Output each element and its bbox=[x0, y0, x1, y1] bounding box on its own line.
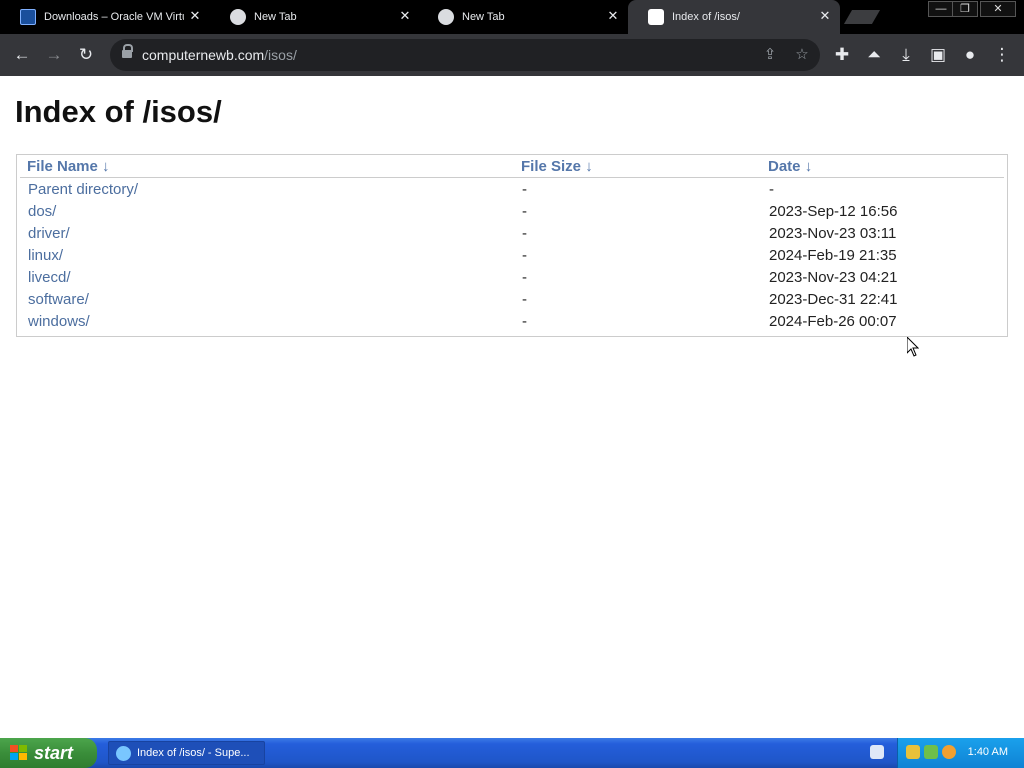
tab-strip: Downloads – Oracle VM Virtu ✕ New Tab ✕ … bbox=[0, 0, 1024, 34]
security-shield-icon[interactable] bbox=[906, 745, 920, 759]
close-tab-icon[interactable]: ✕ bbox=[398, 9, 412, 23]
tab-index-isos[interactable]: Index of /isos/ ✕ bbox=[628, 0, 840, 34]
tab-new-1[interactable]: New Tab ✕ bbox=[210, 0, 420, 34]
directory-link[interactable]: dos/ bbox=[28, 203, 56, 220]
table-row: dos/ - 2023-Sep-12 16:56 bbox=[20, 200, 1004, 222]
share-icon[interactable]: ⇪ bbox=[758, 43, 782, 67]
lock-icon bbox=[122, 44, 133, 59]
file-size-cell: - bbox=[522, 312, 527, 330]
tab-title: Downloads – Oracle VM Virtu bbox=[44, 11, 184, 23]
extensions-icon[interactable]: ✚ bbox=[829, 42, 855, 68]
file-listing-table: File Name ↓ File Size ↓ Date ↓ Parent di… bbox=[16, 154, 1008, 337]
url-path: /isos/ bbox=[264, 47, 297, 63]
table-row: windows/ - 2024-Feb-26 00:07 bbox=[20, 310, 1004, 332]
close-tab-icon[interactable]: ✕ bbox=[606, 9, 620, 23]
directory-link[interactable]: software/ bbox=[28, 291, 89, 308]
table-row: linux/ - 2024-Feb-19 21:35 bbox=[20, 244, 1004, 266]
close-tab-icon[interactable]: ✕ bbox=[818, 9, 832, 23]
taskbar-window-title: Index of /isos/ - Supe... bbox=[137, 747, 250, 759]
sort-arrow-icon: ↓ bbox=[585, 157, 593, 175]
start-button[interactable]: start bbox=[0, 738, 97, 768]
date-cell: - bbox=[769, 180, 774, 198]
file-size-cell: - bbox=[522, 202, 527, 220]
directory-link[interactable]: livecd/ bbox=[28, 269, 71, 286]
tab-new-2[interactable]: New Tab ✕ bbox=[418, 0, 628, 34]
new-tab-icon bbox=[438, 9, 454, 25]
table-header-row: File Name ↓ File Size ↓ Date ↓ bbox=[20, 155, 1004, 178]
forward-icon[interactable]: → bbox=[41, 42, 67, 68]
file-size-cell: - bbox=[522, 290, 527, 308]
search-icon[interactable] bbox=[942, 745, 956, 759]
restore-button[interactable]: ❐ bbox=[952, 1, 978, 17]
page-title: Index of /isos/ bbox=[15, 94, 222, 129]
date-cell: 2024-Feb-26 00:07 bbox=[769, 312, 897, 330]
file-size-cell: - bbox=[522, 180, 527, 198]
table-row: software/ - 2023-Dec-31 22:41 bbox=[20, 288, 1004, 310]
system-clock: 1:40 AM bbox=[967, 746, 1008, 758]
file-size-cell: - bbox=[522, 268, 527, 286]
side-panel-icon[interactable]: ▣ bbox=[925, 42, 951, 68]
date-cell: 2023-Nov-23 03:11 bbox=[769, 224, 897, 242]
parent-directory-link[interactable]: Parent directory/ bbox=[28, 181, 138, 198]
directory-link[interactable]: driver/ bbox=[28, 225, 70, 242]
file-size-cell: - bbox=[522, 224, 527, 242]
table-row: livecd/ - 2023-Nov-23 04:21 bbox=[20, 266, 1004, 288]
back-icon[interactable]: ← bbox=[9, 42, 35, 68]
url-host: computernewb.com bbox=[142, 47, 265, 63]
system-tray: 1:40 AM bbox=[897, 738, 1024, 768]
tab-downloads[interactable]: Downloads – Oracle VM Virtu ✕ bbox=[0, 0, 210, 34]
sort-arrow-icon: ↓ bbox=[804, 157, 813, 175]
site-favicon-icon bbox=[648, 9, 664, 25]
start-label: start bbox=[34, 743, 74, 763]
minimize-button[interactable]: — bbox=[928, 1, 954, 17]
column-header-file-size[interactable]: File Size ↓ bbox=[514, 155, 761, 178]
close-window-button[interactable]: ✕ bbox=[980, 1, 1016, 17]
taskbar-window-button[interactable]: Index of /isos/ - Supe... bbox=[108, 741, 265, 765]
new-tab-icon bbox=[230, 9, 246, 25]
column-header-date[interactable]: Date ↓ bbox=[761, 155, 1004, 178]
browser-icon bbox=[116, 746, 131, 761]
tab-title: New Tab bbox=[462, 11, 505, 23]
url-text: computernewb.com/isos/ bbox=[142, 47, 297, 63]
table-row: Parent directory/ - - bbox=[20, 178, 1004, 200]
bookmark-star-icon[interactable]: ☆ bbox=[790, 43, 814, 67]
tab-title: New Tab bbox=[254, 11, 297, 23]
browser-window: Downloads – Oracle VM Virtu ✕ New Tab ✕ … bbox=[0, 0, 1024, 76]
date-cell: 2023-Sep-12 16:56 bbox=[769, 202, 898, 220]
download-icon[interactable]: ⤓ bbox=[893, 42, 919, 68]
directory-link[interactable]: windows/ bbox=[28, 313, 90, 330]
keyboard-icon[interactable] bbox=[870, 745, 884, 759]
taskbar: start Index of /isos/ - Supe... 1:40 AM bbox=[0, 738, 1024, 768]
directory-link[interactable]: linux/ bbox=[28, 247, 63, 264]
close-tab-icon[interactable]: ✕ bbox=[188, 9, 202, 23]
date-cell: 2023-Dec-31 22:41 bbox=[769, 290, 898, 308]
menu-kebab-icon[interactable]: ⋮ bbox=[989, 42, 1015, 68]
sort-arrow-icon: ↓ bbox=[102, 157, 110, 175]
table-row: driver/ - 2023-Nov-23 03:11 bbox=[20, 222, 1004, 244]
file-size-cell: - bbox=[522, 246, 527, 264]
windows-flag-icon bbox=[10, 745, 27, 760]
network-icon[interactable] bbox=[924, 745, 938, 759]
reload-icon[interactable]: ↻ bbox=[73, 42, 99, 68]
mouse-cursor-icon bbox=[907, 337, 919, 357]
virtualbox-icon bbox=[20, 9, 36, 25]
page-content: Index of /isos/ File Name ↓ File Size ↓ … bbox=[0, 76, 1024, 738]
browser-toolbar: ← → ↻ computernewb.com/isos/ ⇪ ☆ ✚ ⏶ ⤓ ▣… bbox=[0, 34, 1024, 76]
labs-flask-icon[interactable]: ⏶ bbox=[861, 42, 887, 68]
profile-avatar-icon[interactable]: ● bbox=[957, 42, 983, 68]
column-header-file-name[interactable]: File Name ↓ bbox=[20, 155, 514, 178]
date-cell: 2023-Nov-23 04:21 bbox=[769, 268, 898, 286]
tab-title: Index of /isos/ bbox=[672, 11, 740, 23]
new-tab-button[interactable] bbox=[843, 10, 881, 24]
date-cell: 2024-Feb-19 21:35 bbox=[769, 246, 897, 264]
address-bar[interactable]: computernewb.com/isos/ ⇪ ☆ bbox=[110, 39, 820, 71]
